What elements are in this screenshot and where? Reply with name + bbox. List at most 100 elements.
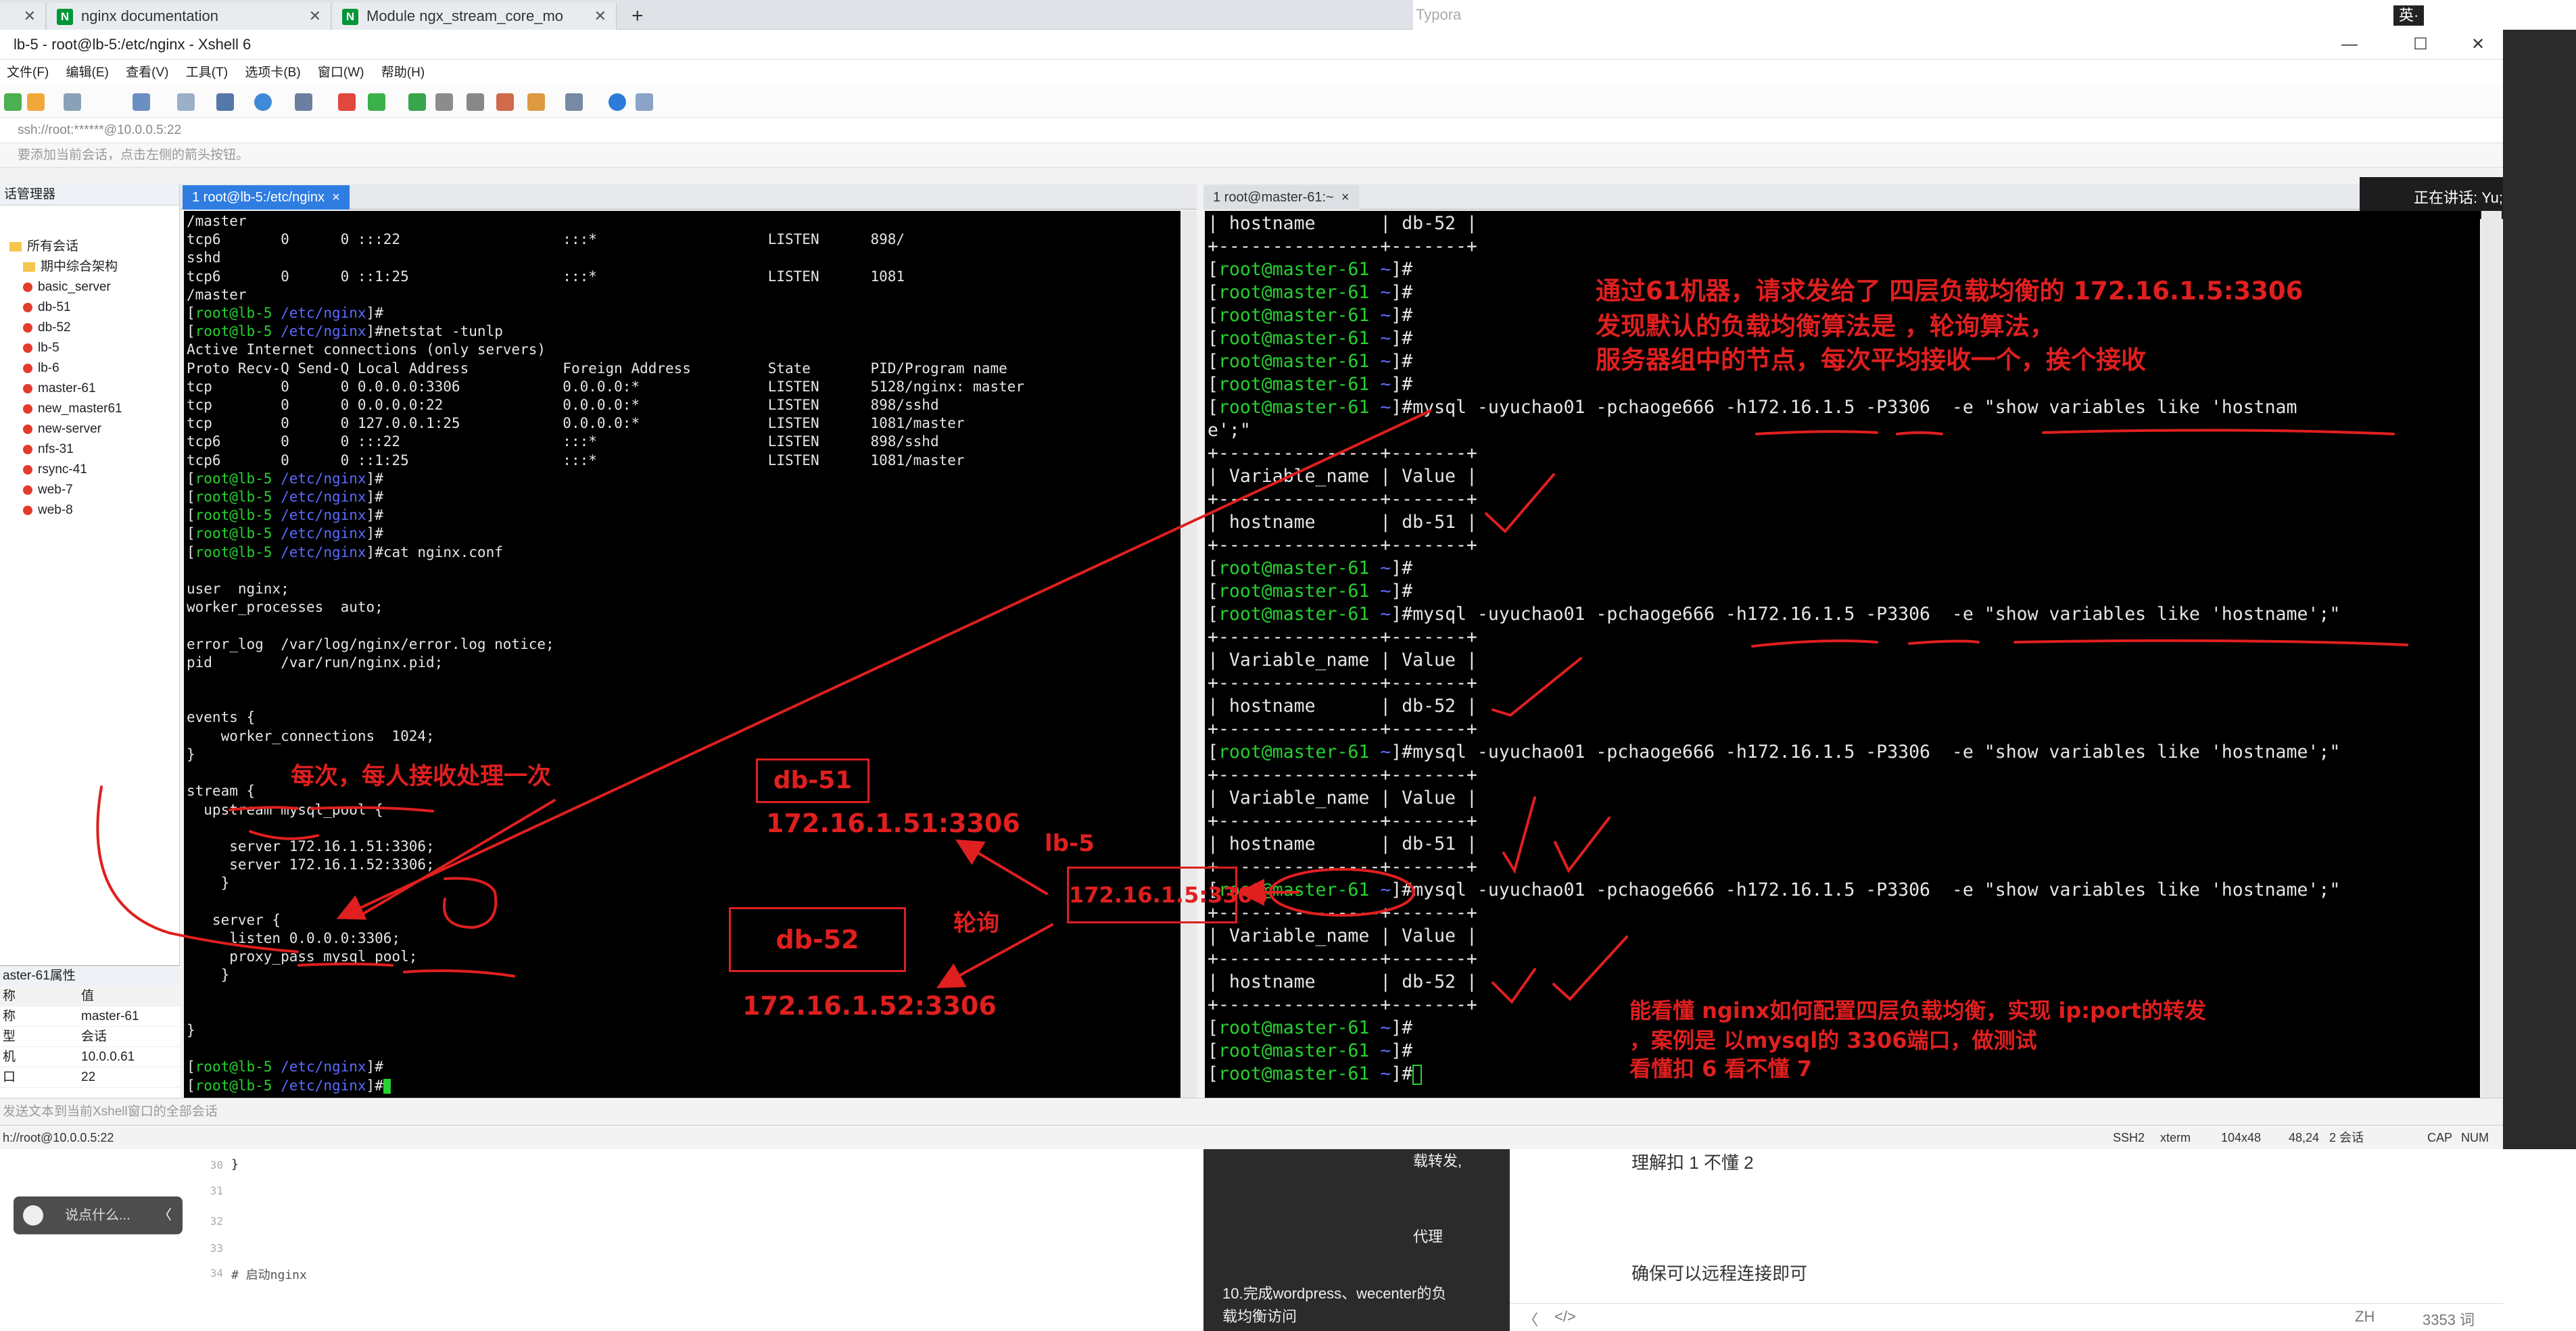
- annotation-each-time: 每次，每人接收处理一次: [291, 763, 552, 790]
- prompt-user: root@master-61: [1218, 397, 1370, 418]
- term-line: error_log /var/log/nginx/error.log notic…: [187, 635, 554, 652]
- tab-master-61[interactable]: 1 root@master-61:~ ×: [1203, 185, 1359, 210]
- lock-icon[interactable]: [435, 93, 453, 111]
- address-bar[interactable]: ssh://root:******@10.0.0.5:22: [0, 118, 2503, 143]
- session-icon: [23, 505, 32, 515]
- tree-folder[interactable]: 期中综合架构: [0, 257, 179, 277]
- folder-icon: [9, 241, 22, 251]
- session-lb-5[interactable]: lb-5: [0, 338, 179, 358]
- property-key: 口: [3, 1070, 16, 1084]
- globe-icon[interactable]: [254, 93, 272, 111]
- search-icon[interactable]: [177, 93, 195, 111]
- transfer-icon[interactable]: [216, 93, 234, 111]
- menu-tools[interactable]: 工具(T): [186, 66, 228, 80]
- font-icon[interactable]: [295, 93, 312, 111]
- close-icon[interactable]: ✕: [24, 3, 36, 30]
- term-line: db-52 |: [1402, 213, 1477, 234]
- help-icon[interactable]: [609, 93, 626, 111]
- compose-icon[interactable]: [527, 93, 545, 111]
- session-icon: [23, 444, 32, 454]
- left-scrollbar[interactable]: [1180, 211, 1197, 1098]
- property-row: 口 22: [0, 1067, 180, 1088]
- session-new-master61[interactable]: new_master61: [0, 399, 179, 419]
- term-line: sshd: [187, 249, 221, 266]
- prompt-user: root@lb-5: [195, 507, 272, 524]
- script-icon[interactable]: [496, 93, 514, 111]
- prompt-user: root@master-61: [1218, 328, 1370, 349]
- session-manager-title: 话管理器: [0, 184, 179, 205]
- back-icon[interactable]: 〈: [1523, 1308, 1538, 1330]
- session-web-8[interactable]: web-8: [0, 500, 179, 521]
- property-key: 型: [3, 1030, 16, 1044]
- chat-icon[interactable]: [636, 93, 653, 111]
- minimize-button[interactable]: —: [2326, 30, 2373, 59]
- tab-label: nginx documentation: [81, 7, 219, 24]
- open-folder-icon[interactable]: [27, 93, 45, 111]
- prompt-user: root@master-61: [1218, 351, 1370, 372]
- right-scrollbar[interactable]: [2481, 211, 2502, 1098]
- browser-tab-stream-core[interactable]: N Module ngx_stream_core_mo ✕: [333, 3, 617, 30]
- close-icon[interactable]: ✕: [594, 3, 606, 30]
- close-button[interactable]: ✕: [2454, 30, 2502, 59]
- new-session-icon[interactable]: [4, 93, 22, 111]
- line-number: 34: [210, 1267, 223, 1280]
- prompt-user: root@master-61: [1218, 581, 1370, 602]
- term-line: +---------------+-------+: [1208, 443, 1477, 464]
- term-line: Proto Recv-Q Send-Q Local Address Foreig…: [187, 360, 1007, 377]
- session-db-52[interactable]: db-52: [0, 318, 179, 338]
- tree-root[interactable]: 所有会话: [0, 237, 179, 257]
- session-master-61[interactable]: master-61: [0, 379, 179, 399]
- left-terminal[interactable]: /master tcp6 0 0 :::22 :::* LISTEN 898/ …: [184, 211, 1180, 1098]
- tree-root-label: 所有会话: [27, 239, 79, 253]
- menu-window[interactable]: 窗口(W): [318, 66, 364, 80]
- session-basic-server[interactable]: basic_server: [0, 277, 179, 297]
- term-line: }: [187, 875, 230, 892]
- source-code-icon[interactable]: </>: [1554, 1308, 1576, 1326]
- term-line: | hostname |: [1208, 696, 1391, 717]
- copy-icon[interactable]: [133, 93, 150, 111]
- typora-footer: 〈 </> ZH 3353 词: [1510, 1303, 2503, 1331]
- emoji-icon[interactable]: [23, 1205, 43, 1226]
- menu-file[interactable]: 文件(F): [7, 66, 49, 80]
- session-label: web-8: [38, 503, 73, 517]
- layout-icon[interactable]: [565, 93, 583, 111]
- prompt-user: root@lb-5: [195, 543, 272, 560]
- session-nfs-31[interactable]: nfs-31: [0, 439, 179, 460]
- menu-edit[interactable]: 编辑(E): [66, 66, 109, 80]
- lang-indicator: ZH: [2355, 1308, 2375, 1325]
- new-tab-button[interactable]: +: [622, 3, 660, 30]
- session-rsync-41[interactable]: rsync-41: [0, 460, 179, 480]
- tab-lb-5[interactable]: 1 root@lb-5:/etc/nginx ×: [183, 185, 350, 210]
- fullscreen-icon[interactable]: [408, 93, 426, 111]
- menu-tabs[interactable]: 选项卡(B): [245, 66, 300, 80]
- send-bar[interactable]: 发送文本到当前Xshell窗口的全部会话: [0, 1098, 2503, 1125]
- chat-input[interactable]: 说点什么... 〈: [14, 1196, 183, 1234]
- annotation-db51-addr: 172.16.1.51:3306: [766, 808, 1020, 838]
- term-line: +---------------+-------+: [1208, 856, 1477, 877]
- term-line: +---------------+-------+: [1208, 535, 1477, 556]
- prompt-user: root@master-61: [1218, 1040, 1370, 1061]
- term-line: stream {: [187, 783, 256, 800]
- term-line: server {: [187, 911, 281, 928]
- browser-tab-partial[interactable]: ✕: [0, 3, 46, 30]
- xmanager-icon[interactable]: [368, 93, 385, 111]
- doc-text: 确保可以远程连接即可: [1631, 1263, 1808, 1284]
- menu-help[interactable]: 帮助(H): [381, 66, 425, 80]
- close-icon[interactable]: ✕: [309, 3, 321, 30]
- annotation-db52-addr: 172.16.1.52:3306: [742, 991, 997, 1021]
- session-new-server[interactable]: new-server: [0, 419, 179, 439]
- session-icon: [23, 282, 32, 292]
- col-value: 值: [81, 989, 95, 1003]
- session-lb-6[interactable]: lb-6: [0, 358, 179, 379]
- browser-tab-nginx-docs[interactable]: Nnginx documentation ✕: [47, 3, 331, 30]
- keyboard-icon[interactable]: [467, 93, 484, 111]
- chevron-left-icon[interactable]: 〈: [158, 1196, 172, 1234]
- status-term: xterm: [2160, 1131, 2191, 1144]
- ime-indicator[interactable]: 英·: [2393, 5, 2425, 26]
- xftp-icon[interactable]: [338, 93, 356, 111]
- link-icon[interactable]: [64, 93, 81, 111]
- session-db-51[interactable]: db-51: [0, 297, 179, 318]
- maximize-button[interactable]: ☐: [2397, 30, 2444, 59]
- menu-view[interactable]: 查看(V): [126, 66, 168, 80]
- session-web-7[interactable]: web-7: [0, 480, 179, 500]
